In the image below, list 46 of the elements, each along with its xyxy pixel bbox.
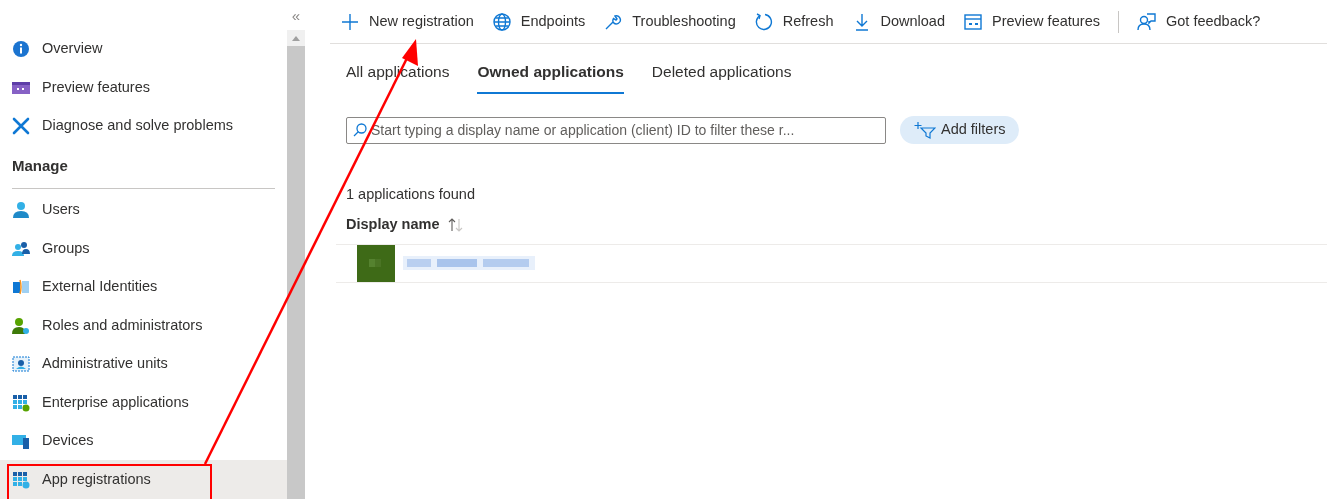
- toolbar-button[interactable]: Refresh: [753, 10, 834, 33]
- collapse-button[interactable]: «: [291, 0, 301, 30]
- toolbar-button[interactable]: Endpoints: [491, 10, 586, 33]
- feedback-icon: [1137, 11, 1157, 32]
- sort-icon[interactable]: [447, 217, 464, 232]
- column-header: Display name: [346, 214, 440, 234]
- sidebar-item[interactable]: Enterprise applications: [0, 383, 287, 422]
- add-filters-button[interactable]: Add filters: [900, 116, 1020, 144]
- toolbar-button[interactable]: Troubleshooting: [603, 10, 736, 33]
- toolbar-button[interactable]: Preview features: [963, 10, 1100, 33]
- identity-icon: [12, 278, 30, 297]
- app-avatar: [357, 244, 395, 282]
- user-icon: [12, 201, 30, 220]
- toolbar-button[interactable]: Download: [851, 10, 945, 33]
- sidebar-item[interactable]: Groups: [0, 229, 287, 268]
- device-icon: [12, 432, 30, 451]
- sidebar-item[interactable]: Diagnose and solve problems: [0, 106, 287, 146]
- scroll-up-icon[interactable]: [292, 35, 300, 41]
- scrollbar[interactable]: [287, 30, 305, 499]
- group-icon: [12, 239, 30, 258]
- globe-icon: [491, 11, 512, 32]
- add-filter-icon: [914, 121, 936, 139]
- admin-icon: [12, 316, 30, 335]
- results-count: 1 applications found: [346, 185, 476, 204]
- plus-icon: [340, 11, 360, 32]
- sidebar-item[interactable]: Overview: [0, 30, 287, 69]
- sidebar-item[interactable]: External Identities: [0, 268, 287, 307]
- refresh-icon: [753, 11, 774, 32]
- sidebar-item[interactable]: Users: [0, 191, 287, 230]
- section-heading: Manage: [12, 156, 68, 177]
- info-icon: [12, 40, 30, 59]
- tab[interactable]: Owned applications: [477, 56, 624, 94]
- toolbar-button[interactable]: Got feedback?: [1137, 10, 1261, 33]
- sidebar-item[interactable]: Roles and administrators: [0, 306, 287, 345]
- units-icon: [12, 355, 30, 374]
- sidebar-item[interactable]: Administrative units: [0, 345, 287, 384]
- tab[interactable]: Deleted applications: [651, 56, 792, 94]
- sidebar-item[interactable]: Devices: [0, 422, 287, 461]
- app-grid-icon: [12, 393, 30, 412]
- sidebar-item[interactable]: App registrations: [0, 460, 287, 499]
- toolbar-button[interactable]: New registration: [340, 10, 474, 33]
- sidebar-item[interactable]: Preview features: [0, 68, 287, 107]
- search-icon: [353, 123, 367, 137]
- search-field[interactable]: Start typing a display name or application (client) ID to filter these r...: [346, 116, 886, 144]
- preview-window-icon: [963, 11, 983, 32]
- app-grid-icon: [12, 470, 30, 489]
